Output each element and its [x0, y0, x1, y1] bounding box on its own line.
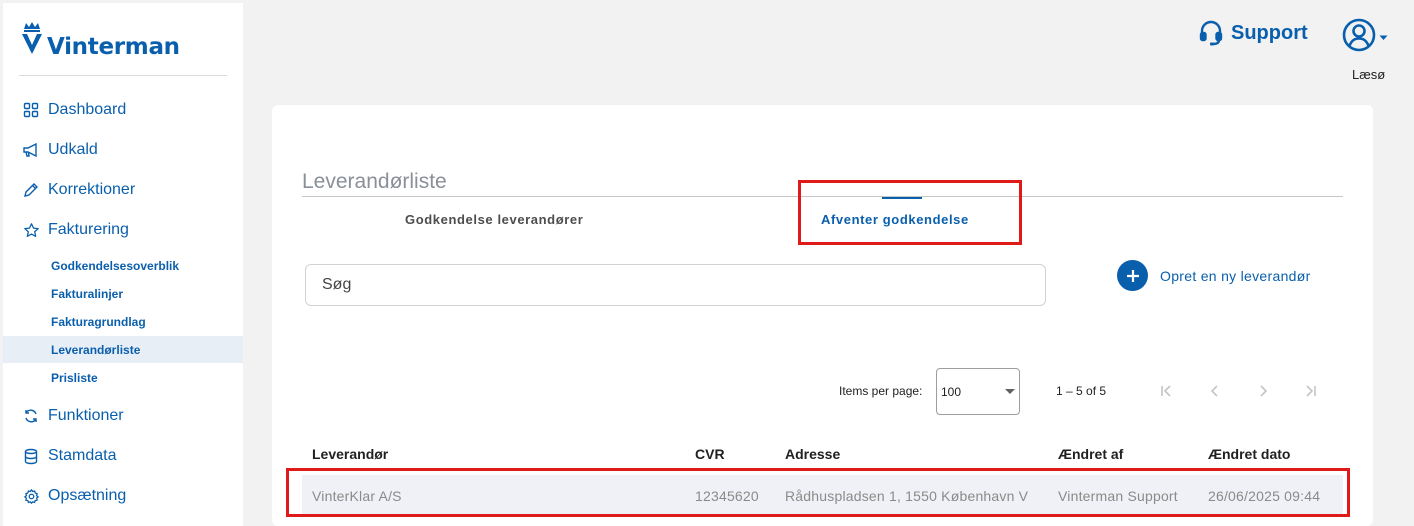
sidebar-item-label: Stamdata: [48, 447, 117, 464]
crown-v-logo-icon: [21, 21, 43, 60]
headset-icon: [1199, 20, 1223, 46]
sidebar-subitem-label: Fakturagrundlag: [51, 314, 146, 329]
column-header-leverandor[interactable]: Leverandør: [312, 446, 388, 462]
column-header-aendret-dato[interactable]: Ændret dato: [1208, 446, 1290, 462]
first-page-icon: [1160, 384, 1174, 398]
support-label: Support: [1231, 21, 1308, 44]
sidebar-item-label: Opsætning: [48, 487, 127, 504]
sidebar-subitem-label: Godkendelsesoverblik: [51, 258, 180, 273]
sidebar-item-stamdata[interactable]: Stamdata: [3, 436, 243, 476]
create-supplier-button[interactable]: Opret en ny leverandør: [1117, 260, 1311, 291]
main-card: [272, 105, 1373, 526]
next-page-button[interactable]: [1250, 378, 1276, 404]
items-per-page-select[interactable]: 100: [936, 368, 1020, 415]
column-header-cvr[interactable]: CVR: [695, 446, 725, 462]
refresh-icon: [22, 407, 40, 425]
sidebar: Vinterman Dashboard Udkald Korrektioner: [3, 3, 243, 526]
sidebar-item-opsaetning[interactable]: Opsætning: [3, 476, 243, 516]
sidebar-subitem-label: Prisliste: [51, 370, 98, 385]
search-field[interactable]: [305, 264, 1046, 306]
paginator-range: 1 – 5 of 5: [1056, 384, 1107, 398]
grid-icon: [22, 101, 40, 119]
dropdown-arrow-icon: [1005, 389, 1015, 394]
first-page-button[interactable]: [1154, 378, 1180, 404]
user-avatar-icon: [1342, 18, 1376, 57]
account-menu-button[interactable]: [1342, 18, 1388, 57]
support-button[interactable]: Support: [1199, 20, 1308, 46]
sidebar-subitem-label: Leverandørliste: [51, 342, 141, 357]
brand-logo[interactable]: Vinterman: [21, 21, 180, 60]
gear-icon: [22, 487, 40, 505]
chevron-right-icon: [1256, 384, 1270, 398]
database-icon: [22, 447, 40, 465]
previous-page-button[interactable]: [1202, 378, 1228, 404]
caret-down-icon: [1379, 35, 1388, 41]
sidebar-item-dashboard[interactable]: Dashboard: [3, 90, 243, 130]
search-input[interactable]: [306, 265, 1045, 305]
sidebar-subitem-prisliste[interactable]: Prisliste: [3, 364, 243, 391]
sidebar-item-label: Udkald: [48, 141, 98, 158]
sidebar-item-korrektioner[interactable]: Korrektioner: [3, 170, 243, 210]
create-supplier-label: Opret en ny leverandør: [1160, 267, 1311, 284]
plus-icon: [1117, 260, 1148, 291]
sidebar-item-udkald[interactable]: Udkald: [3, 130, 243, 170]
tab-godkendelse-leverandorer[interactable]: Godkendelse leverandører: [405, 212, 583, 227]
sidebar-divider: [19, 75, 227, 76]
sidebar-subitem-fakturalinjer[interactable]: Fakturalinjer: [3, 280, 243, 307]
highlight-box-tab: [798, 180, 1022, 245]
chevron-left-icon: [1208, 384, 1222, 398]
star-icon: [22, 221, 40, 239]
sidebar-item-label: Fakturering: [48, 221, 129, 238]
sidebar-item-fakturering[interactable]: Fakturering: [3, 210, 243, 250]
sidebar-item-label: Dashboard: [48, 101, 127, 118]
highlight-box-row: [286, 468, 1350, 517]
sidebar-item-label: Funktioner: [48, 407, 124, 424]
column-header-adresse[interactable]: Adresse: [785, 446, 840, 462]
items-per-page-label: Items per page:: [839, 384, 923, 398]
column-header-aendret-af[interactable]: Ændret af: [1058, 446, 1123, 462]
sidebar-subitem-leverandorliste[interactable]: Leverandørliste: [3, 336, 243, 363]
username-label: Læsø: [1352, 67, 1386, 82]
items-per-page-value: 100: [941, 385, 962, 399]
sidebar-subitem-fakturagrundlag[interactable]: Fakturagrundlag: [3, 308, 243, 335]
sidebar-item-funktioner[interactable]: Funktioner: [3, 396, 243, 436]
sidebar-subitem-godkendelsesoverblik[interactable]: Godkendelsesoverblik: [3, 252, 243, 279]
last-page-button[interactable]: [1297, 378, 1323, 404]
megaphone-icon: [22, 141, 40, 159]
page-title: Leverandørliste: [302, 170, 447, 193]
last-page-icon: [1303, 384, 1317, 398]
sidebar-subitem-label: Fakturalinjer: [51, 286, 124, 301]
sidebar-item-label: Korrektioner: [48, 181, 136, 198]
pencil-icon: [22, 181, 40, 199]
brand-name: Vinterman: [47, 34, 180, 60]
